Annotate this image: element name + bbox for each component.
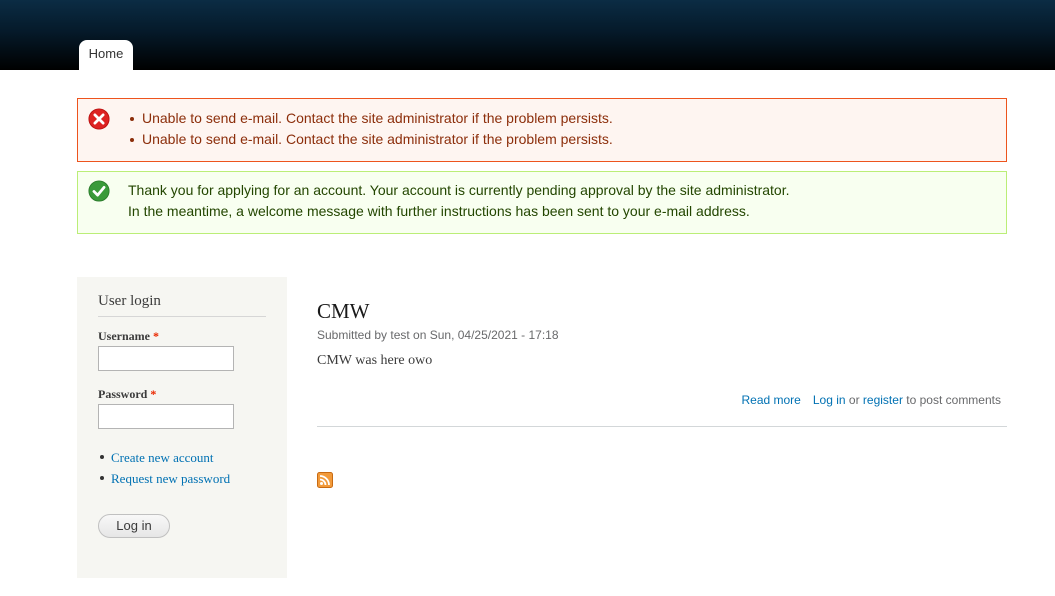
or-text: or	[848, 393, 860, 407]
list-item: Create new account	[98, 447, 230, 468]
username-label-text: Username	[98, 329, 150, 343]
tab-home[interactable]: Home	[79, 40, 133, 70]
site-header: Home	[0, 0, 1055, 70]
create-account-link[interactable]: Create new account	[111, 450, 214, 465]
status-text: Thank you for applying for an account. Y…	[128, 180, 790, 222]
error-item: Unable to send e-mail. Contact the site …	[130, 129, 613, 150]
status-message: Thank you for applying for an account. Y…	[77, 171, 1007, 234]
request-password-link[interactable]: Request new password	[111, 471, 230, 486]
status-line: In the meantime, a welcome message with …	[128, 203, 750, 219]
password-input[interactable]	[98, 404, 234, 429]
node-title[interactable]: CMW	[317, 299, 370, 324]
login-link[interactable]: Log in	[813, 393, 846, 407]
submitted-info: Submitted by test on Sun, 04/25/2021 - 1…	[317, 328, 559, 342]
error-icon	[88, 108, 110, 130]
list-item: Request new password	[98, 468, 230, 489]
check-icon	[88, 180, 110, 202]
error-list: Unable to send e-mail. Contact the site …	[130, 108, 613, 150]
user-login-block: User login Username * Password * Create …	[77, 277, 287, 578]
log-in-button[interactable]: Log in	[98, 514, 170, 538]
read-more-link[interactable]: Read more	[741, 393, 800, 407]
required-marker: *	[152, 329, 159, 343]
rss-feed-icon[interactable]	[317, 472, 333, 488]
login-links: Create new account Request new password	[98, 447, 230, 489]
error-messages: Unable to send e-mail. Contact the site …	[77, 98, 1007, 162]
post-comments-text: to post comments	[906, 393, 1001, 407]
password-label: Password *	[98, 387, 156, 402]
status-line: Thank you for applying for an account. Y…	[128, 182, 790, 198]
node-body: CMW was here owo	[317, 353, 433, 368]
error-item: Unable to send e-mail. Contact the site …	[130, 108, 613, 129]
divider	[317, 426, 1007, 427]
password-label-text: Password	[98, 387, 148, 401]
node-links: Read more Log in or register to post comm…	[741, 393, 1001, 407]
block-title: User login	[98, 293, 266, 317]
username-label: Username *	[98, 329, 159, 344]
register-link[interactable]: register	[863, 393, 903, 407]
required-marker: *	[150, 387, 157, 401]
username-input[interactable]	[98, 346, 234, 371]
